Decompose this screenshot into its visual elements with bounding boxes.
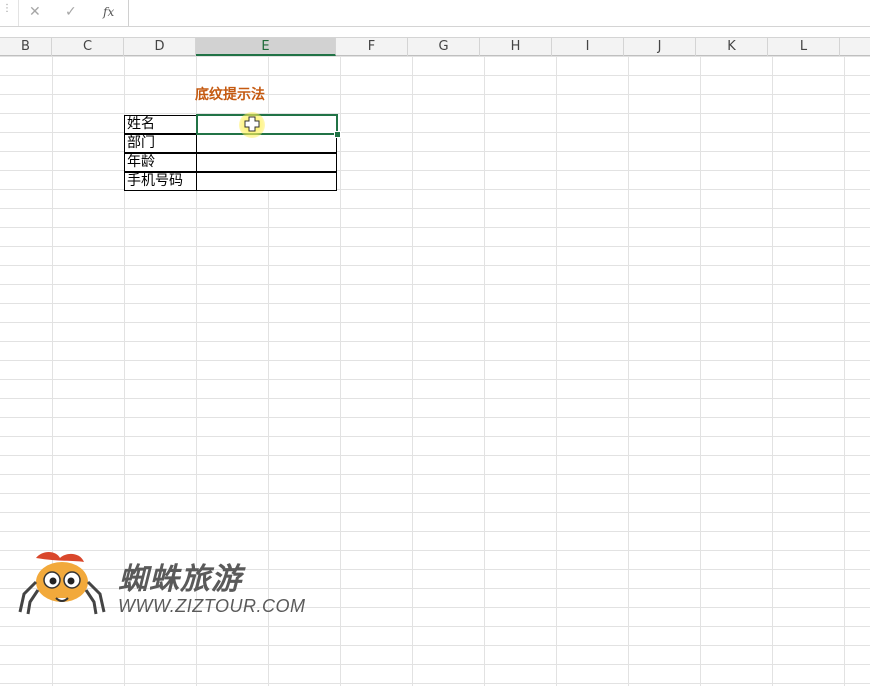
sheet-title[interactable]: 底纹提示法: [124, 86, 336, 105]
cell-phone-value[interactable]: [196, 172, 337, 191]
cell-name-value[interactable]: [196, 115, 337, 134]
column-header-h[interactable]: H: [480, 38, 552, 56]
column-header-b[interactable]: B: [0, 38, 52, 56]
cancel-icon[interactable]: ✕: [29, 4, 41, 20]
watermark-url: WWW.ZIZTOUR.COM: [118, 596, 306, 616]
column-header-m[interactable]: [840, 38, 870, 56]
column-header-g[interactable]: G: [408, 38, 480, 56]
column-header-d[interactable]: D: [124, 38, 196, 56]
fill-handle[interactable]: [334, 131, 341, 138]
drag-grip-icon[interactable]: ⋮: [2, 4, 12, 14]
column-header-f[interactable]: F: [336, 38, 408, 56]
column-header-j[interactable]: J: [624, 38, 696, 56]
column-header-c[interactable]: C: [52, 38, 124, 56]
mouse-cursor-highlight: [239, 112, 265, 138]
cell-department-value[interactable]: [196, 134, 337, 153]
label-phone[interactable]: 手机号码: [124, 172, 197, 191]
column-header-e[interactable]: E: [196, 38, 336, 56]
watermark-brand: 蜘蛛旅游: [118, 562, 242, 597]
insert-function-icon[interactable]: fx: [103, 5, 114, 19]
formula-buttons: ✕ ✓ fx: [18, 0, 129, 26]
column-header-l[interactable]: L: [768, 38, 840, 56]
label-age[interactable]: 年龄: [124, 153, 197, 172]
label-name[interactable]: 姓名: [124, 115, 197, 134]
formula-input[interactable]: [130, 0, 870, 26]
label-department[interactable]: 部门: [124, 134, 197, 153]
formula-bar: ⋮ ✕ ✓ fx: [0, 0, 870, 27]
column-header-k[interactable]: K: [696, 38, 768, 56]
column-headers: B C D E F G H I J K L: [0, 37, 870, 56]
column-header-i[interactable]: I: [552, 38, 624, 56]
cross-cursor-icon: [244, 116, 260, 132]
cell-age-value[interactable]: [196, 153, 337, 172]
enter-check-icon[interactable]: ✓: [65, 4, 77, 20]
